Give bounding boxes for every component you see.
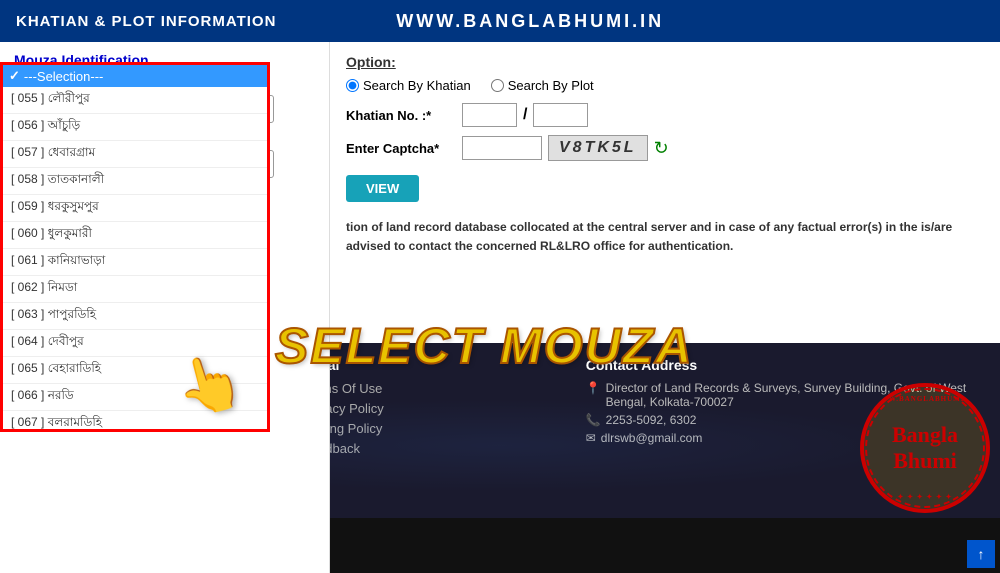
stamp-url-top: WWW.BANGLABHUMI.IN (873, 395, 977, 403)
mouza-item-067[interactable]: [ 067 ] বলরামডিহি (3, 411, 267, 432)
email-icon: ✉ (586, 431, 596, 445)
banglabhumi-stamp: WWW.BANGLABHUMI.IN Bangla Bhumi ✦ ✦ ✦ ✦ … (860, 383, 990, 513)
search-options: Search By Khatian Search By Plot (346, 78, 984, 93)
mouza-item-063[interactable]: [ 063 ] পাপুরডিহি (3, 303, 267, 330)
option-label: Option: (346, 54, 984, 70)
mouza-item-057[interactable]: [ 057 ] ধেবারগ্রাম (3, 141, 267, 168)
select-mouza-overlay: SELECT MOUZA (275, 317, 693, 375)
scroll-top-button[interactable]: ↑ (967, 540, 995, 568)
footer-terms-link[interactable]: Terms Of Use (303, 381, 566, 396)
footer-legal-col: Legal Terms Of Use Privacy Policy Linkin… (303, 357, 566, 508)
khatian-radio-label[interactable]: Search By Khatian (346, 78, 471, 93)
footer-privacy-link[interactable]: Privacy Policy (303, 401, 566, 416)
plot-radio-label[interactable]: Search By Plot (491, 78, 594, 93)
mouza-item-060[interactable]: [ 060 ] ধুলকুমারী (3, 222, 267, 249)
footer-linking-link[interactable]: Linking Policy (303, 421, 566, 436)
khatian-no-row: Khatian No. :* / (346, 103, 984, 127)
khatian-no-input-2[interactable] (533, 103, 588, 127)
khatian-radio[interactable] (346, 79, 359, 92)
captcha-input[interactable] (462, 136, 542, 160)
phone-icon: 📞 (586, 413, 601, 427)
notice-text: tion of land record database collocated … (346, 218, 984, 256)
khatian-no-label: Khatian No. :* (346, 108, 456, 123)
stamp-ring (865, 388, 985, 508)
khatian-slash: / (523, 106, 527, 124)
header-title: KHATIAN & PLOT INFORMATION (16, 13, 276, 30)
captcha-image: V8TK5L (548, 135, 648, 161)
captcha-refresh-button[interactable]: ↻ (654, 138, 669, 159)
mouza-item-059[interactable]: [ 059 ] ধরকুসুমপুর (3, 195, 267, 222)
header: KHATIAN & PLOT INFORMATION WWW.BANGLABHU… (0, 0, 1000, 42)
mouza-item-062[interactable]: [ 062 ] নিমডা (3, 276, 267, 303)
header-url: WWW.BANGLABHUMI.IN (396, 11, 664, 32)
footer-feedback-link[interactable]: Feedback (303, 441, 566, 456)
mouza-dropdown-header: ---Selection--- (3, 65, 267, 87)
mouza-item-061[interactable]: [ 061 ] কানিয়াভাড়া (3, 249, 267, 276)
stamp-url-bottom: ✦ ✦ ✦ ✦ ✦ ✦ (898, 493, 953, 501)
pin-icon: 📍 (586, 381, 601, 409)
plot-radio[interactable] (491, 79, 504, 92)
khatian-no-input-1[interactable] (462, 103, 517, 127)
mouza-item-056[interactable]: [ 056 ] আঁচুড়ি (3, 114, 267, 141)
captcha-row: Enter Captcha* V8TK5L ↻ (346, 135, 984, 161)
view-button[interactable]: VIEW (346, 175, 419, 202)
captcha-label: Enter Captcha* (346, 141, 456, 156)
mouza-item-058[interactable]: [ 058 ] তাতকানালী (3, 168, 267, 195)
mouza-item-055[interactable]: [ 055 ] লৌরীপুর (3, 87, 267, 114)
